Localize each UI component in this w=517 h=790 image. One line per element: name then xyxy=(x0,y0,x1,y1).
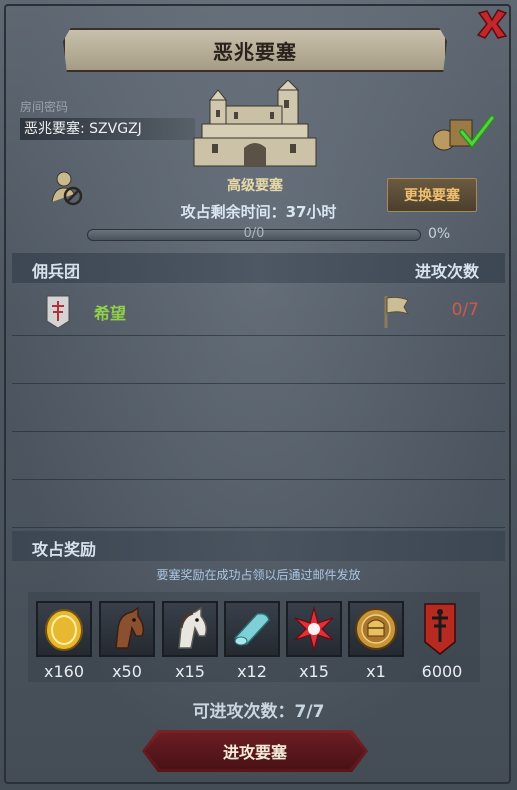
brown-horse-icon xyxy=(115,606,145,649)
progress-percent: 0% xyxy=(428,226,451,242)
reward-slot[interactable] xyxy=(348,601,404,657)
empty-row xyxy=(12,480,505,528)
reward-quantity: x160 xyxy=(43,662,84,681)
reward-quantity: x1 xyxy=(366,662,386,681)
guild-crest-icon xyxy=(46,295,70,329)
empty-row xyxy=(12,384,505,432)
mercenary-header-label: 佣兵团 xyxy=(32,262,81,281)
flag-icon xyxy=(384,296,410,328)
room-password-label: 房间密码 xyxy=(20,100,69,114)
reward-quantity: x15 xyxy=(175,662,205,681)
castle-icon xyxy=(193,80,317,167)
gold-coin-icon xyxy=(45,609,83,651)
progress-count: 0/0 xyxy=(243,226,265,241)
reward-quantity: x12 xyxy=(237,662,267,681)
reward-quantity: x15 xyxy=(299,662,329,681)
empty-row xyxy=(12,432,505,480)
remaining-time: 攻占剩余时间：37小时 xyxy=(180,203,337,221)
reward-slot[interactable] xyxy=(224,601,280,657)
empty-row xyxy=(12,336,505,384)
attack-count-header: 进攻次数 xyxy=(414,262,479,281)
red-banner-icon xyxy=(424,603,456,655)
fortress-panel: 恶兆要塞 房间密码 恶兆要塞: SZVGZJ 高级要塞 更换要塞 攻占剩余时间：… xyxy=(0,0,517,790)
reward-check-icon[interactable] xyxy=(430,112,494,152)
room-password-value[interactable]: 恶兆要塞: SZVGZJ xyxy=(20,118,195,140)
rewards-header-label: 攻占奖励 xyxy=(32,540,97,559)
page-title: 恶兆要塞 xyxy=(213,39,297,64)
rewards-header: 攻占奖励 xyxy=(12,531,505,561)
reward-slot[interactable] xyxy=(412,601,468,657)
mercenary-header: 佣兵团 进攻次数 xyxy=(12,253,505,283)
fortress-name: 高级要塞 xyxy=(227,178,283,194)
rewards-note: 要塞奖励在成功占领以后通过邮件发放 xyxy=(156,568,361,582)
red-crystal-icon xyxy=(294,606,334,652)
title-plate: 恶兆要塞 xyxy=(63,28,447,72)
knight-medal-icon xyxy=(355,608,397,650)
reward-slot[interactable] xyxy=(99,601,155,657)
attack-fortress-button[interactable]: 进攻要塞 xyxy=(142,730,368,772)
guild-name: 希望 xyxy=(94,304,127,323)
reward-slot[interactable] xyxy=(286,601,342,657)
attempts-left: 可进攻次数：7/7 xyxy=(192,702,325,722)
cloth-roll-icon xyxy=(234,612,270,646)
close-button[interactable] xyxy=(474,6,510,42)
close-icon xyxy=(476,9,508,39)
reward-slot[interactable] xyxy=(36,601,92,657)
rewards-row: x160 x50 x15 x12 x15 x1 6000 xyxy=(28,592,480,682)
guild-attack-count: 0/7 xyxy=(451,300,479,320)
reward-quantity: x50 xyxy=(112,662,142,681)
white-horse-icon xyxy=(178,606,208,649)
list-item[interactable]: 希望 0/7 xyxy=(12,288,505,336)
reward-quantity: 6000 xyxy=(421,662,463,681)
reward-slot[interactable] xyxy=(162,601,218,657)
attack-button-label: 进攻要塞 xyxy=(222,743,287,762)
